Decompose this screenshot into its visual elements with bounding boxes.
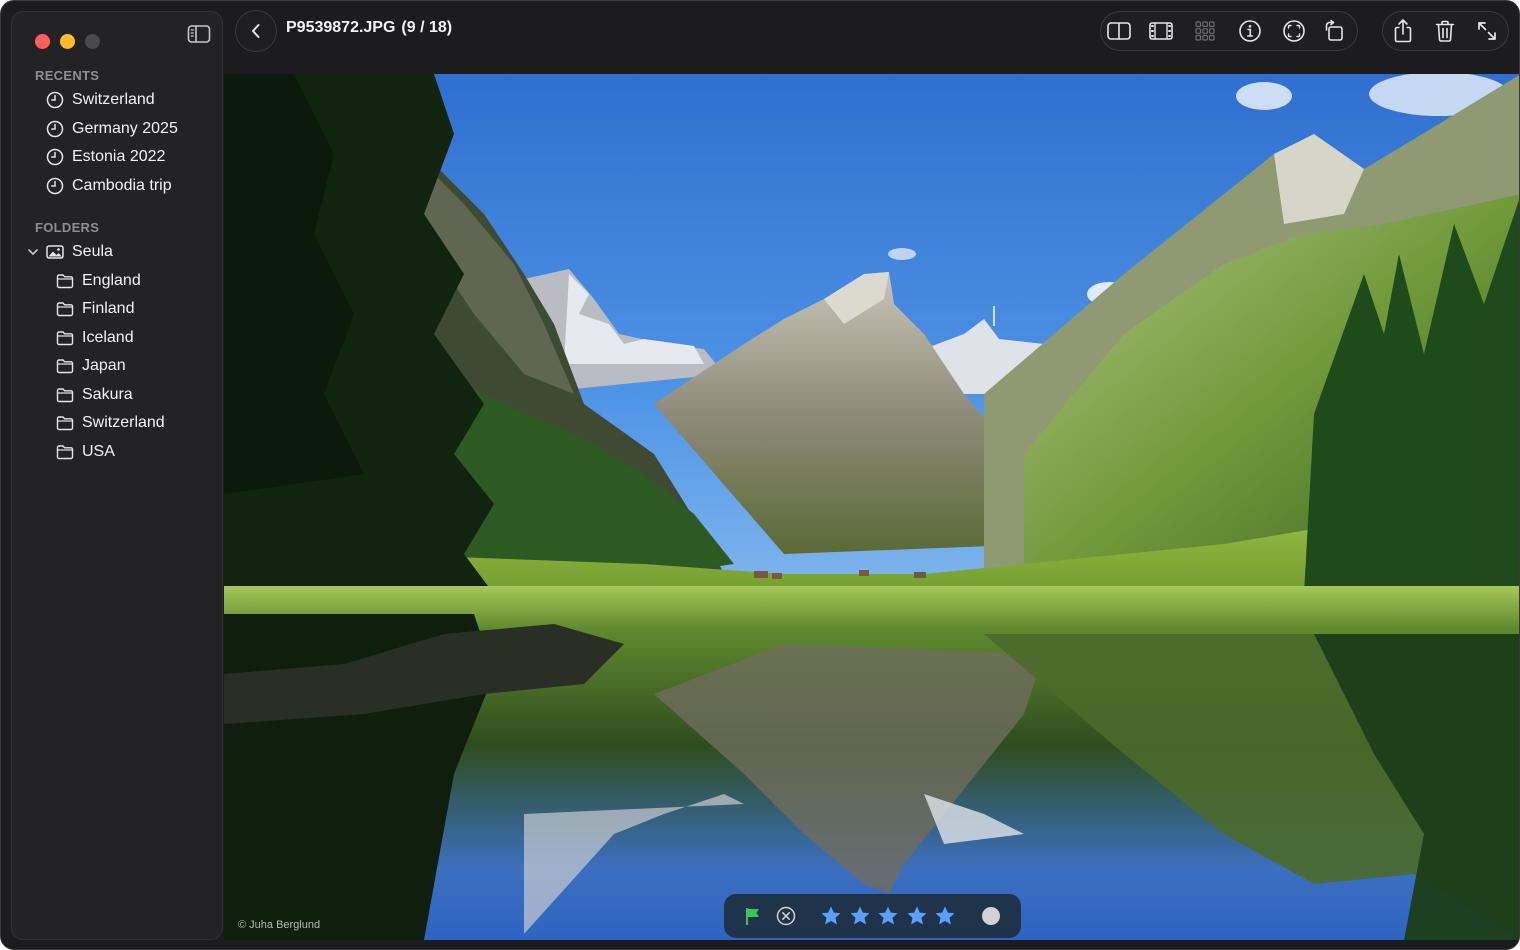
folder-icon: [56, 331, 74, 346]
folder-icon: [56, 388, 74, 403]
folder-item-label: Japan: [82, 357, 126, 374]
rotate-icon[interactable]: [1317, 12, 1353, 50]
clock-icon: [46, 120, 64, 138]
clock-icon: [46, 91, 64, 109]
folder-item-iceland[interactable]: Iceland: [56, 325, 134, 351]
flag-icon[interactable]: [741, 904, 765, 928]
file-title: P9539872.JPG (9 / 18): [286, 19, 452, 37]
photo-icon: [46, 245, 64, 259]
star-icon-3[interactable]: [876, 904, 900, 928]
folder-icon: [56, 416, 74, 431]
folder-item-label: England: [82, 272, 141, 289]
recent-item-label: Germany 2025: [72, 120, 178, 137]
info-icon[interactable]: [1232, 12, 1268, 50]
recent-item-label: Estonia 2022: [72, 148, 166, 165]
folder-item-finland[interactable]: Finland: [56, 296, 134, 322]
folder-item-label: Switzerland: [82, 414, 165, 431]
folder-icon: [56, 359, 74, 374]
folder-icon: [56, 302, 74, 317]
folder-item-label: Seula: [72, 243, 113, 260]
folder-icon: [56, 445, 74, 460]
close-window-button[interactable]: [35, 34, 50, 49]
color-label-icon[interactable]: [979, 904, 1003, 928]
action-controls-group: [1382, 11, 1509, 51]
folders-section-title: FOLDERS: [35, 220, 100, 235]
star-icon-5[interactable]: [933, 904, 957, 928]
zoom-window-button[interactable]: [85, 34, 100, 49]
filename: P9539872.JPG: [286, 19, 396, 36]
app-window: RECENTS Switzerland Germany 2025 Estonia…: [0, 0, 1520, 950]
trash-icon[interactable]: [1427, 12, 1463, 50]
folder-item-label: Finland: [82, 300, 135, 317]
window-controls: [35, 34, 100, 49]
recents-section-title: RECENTS: [35, 68, 100, 83]
face-detect-icon[interactable]: [1276, 12, 1312, 50]
chevron-left-icon: [252, 24, 260, 38]
recent-item-estonia-2022[interactable]: Estonia 2022: [46, 144, 165, 170]
folder-item-switzerland[interactable]: Switzerland: [56, 410, 165, 436]
photo-viewer[interactable]: © Juha Berglund: [224, 74, 1519, 940]
recent-item-label: Cambodia trip: [72, 177, 172, 194]
back-button[interactable]: [235, 10, 277, 52]
folder-icon: [56, 274, 74, 289]
star-icon-1[interactable]: [819, 904, 843, 928]
folder-item-sakura[interactable]: Sakura: [56, 382, 133, 408]
folder-item-label: Sakura: [82, 386, 133, 403]
grid-icon[interactable]: [1187, 12, 1223, 50]
rating-bar: [724, 894, 1021, 938]
star-icon-4[interactable]: [905, 904, 929, 928]
star-icon-2[interactable]: [848, 904, 872, 928]
folder-item-label: Iceland: [82, 329, 134, 346]
toolbar: P9539872.JPG (9 / 18): [223, 1, 1519, 74]
minimize-window-button[interactable]: [60, 34, 75, 49]
folder-item-usa[interactable]: USA: [56, 439, 115, 465]
recent-item-switzerland[interactable]: Switzerland: [46, 87, 155, 113]
chevron-down-icon[interactable]: [27, 246, 39, 258]
clock-icon: [46, 148, 64, 166]
fullscreen-icon[interactable]: [1469, 12, 1505, 50]
recent-item-germany-2025[interactable]: Germany 2025: [46, 116, 178, 142]
folder-item-england[interactable]: England: [56, 268, 141, 294]
recent-item-label: Switzerland: [72, 91, 155, 108]
folder-item-label: USA: [82, 443, 115, 460]
folder-item-japan[interactable]: Japan: [56, 353, 126, 379]
share-icon[interactable]: [1385, 12, 1421, 50]
landscape-photo: [224, 74, 1519, 940]
sidebar: RECENTS Switzerland Germany 2025 Estonia…: [11, 11, 223, 940]
recent-item-cambodia-trip[interactable]: Cambodia trip: [46, 173, 172, 199]
split-view-icon[interactable]: [1101, 12, 1137, 50]
photo-position: (9 / 18): [401, 19, 453, 36]
sidebar-toggle-icon[interactable]: [187, 24, 211, 44]
view-controls-group: [1100, 11, 1358, 51]
photo-credit: © Juha Berglund: [238, 919, 321, 931]
folder-item-seula[interactable]: Seula: [27, 239, 113, 265]
reject-icon[interactable]: [774, 904, 798, 928]
filmstrip-icon[interactable]: [1143, 12, 1179, 50]
clock-icon: [46, 177, 64, 195]
